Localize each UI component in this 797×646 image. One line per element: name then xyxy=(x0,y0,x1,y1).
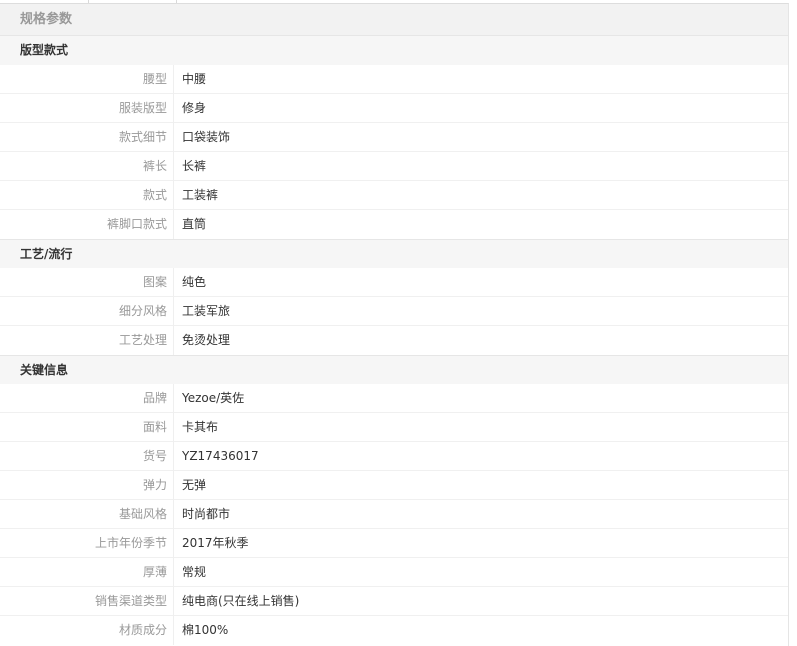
spec-panel: 规格参数 版型款式 腰型 中腰 服装版型 修身 款式细节 口袋装饰 裤长 长裤 … xyxy=(0,3,789,646)
column-divider xyxy=(173,181,174,210)
column-divider xyxy=(173,326,174,355)
column-divider xyxy=(173,65,174,94)
attr-value: Yezoe/英佐 xyxy=(182,391,245,405)
column-divider xyxy=(173,268,174,297)
attr-value: 纯电商(只在线上销售) xyxy=(182,594,300,608)
column-divider xyxy=(173,587,174,616)
column-divider xyxy=(173,384,174,413)
attr-row: 款式细节 口袋装饰 xyxy=(0,123,788,152)
attr-value: 中腰 xyxy=(182,72,207,86)
attr-value: 时尚都市 xyxy=(182,507,231,521)
attr-value: YZ17436017 xyxy=(182,449,259,463)
attr-row: 服装版型 修身 xyxy=(0,94,788,123)
attr-value: 工装军旅 xyxy=(182,304,231,318)
attr-row: 弹力 无弹 xyxy=(0,471,788,500)
attr-value: 常规 xyxy=(182,565,207,579)
attr-row: 裤长 长裤 xyxy=(0,152,788,181)
attr-label: 基础风格 xyxy=(118,507,167,521)
attr-label: 细分风格 xyxy=(118,304,167,318)
attr-value: 修身 xyxy=(182,101,207,115)
attr-label: 图案 xyxy=(142,275,167,289)
attr-label: 品牌 xyxy=(142,391,167,405)
attr-row: 图案 纯色 xyxy=(0,268,788,297)
attr-row: 材质成分 棉100% xyxy=(0,616,788,645)
attr-value: 免烫处理 xyxy=(182,333,231,347)
column-divider xyxy=(173,558,174,587)
group-title: 工艺/流行 xyxy=(0,239,788,268)
attr-row: 厚薄 常规 xyxy=(0,558,788,587)
column-divider xyxy=(173,152,174,181)
column-divider xyxy=(173,442,174,471)
column-divider xyxy=(173,123,174,152)
attr-label: 服装版型 xyxy=(118,101,167,115)
attr-row: 基础风格 时尚都市 xyxy=(0,500,788,529)
attr-value: 2017年秋季 xyxy=(182,536,249,550)
attr-label: 腰型 xyxy=(142,72,167,86)
group-title: 版型款式 xyxy=(0,36,788,65)
attr-row: 上市年份季节 2017年秋季 xyxy=(0,529,788,558)
attr-value: 棉100% xyxy=(182,623,229,637)
attr-label: 款式细节 xyxy=(118,130,167,144)
attr-row: 细分风格 工装军旅 xyxy=(0,297,788,326)
attr-value: 无弹 xyxy=(182,478,207,492)
attr-row: 裤脚口款式 直筒 xyxy=(0,210,788,239)
attr-label: 材质成分 xyxy=(118,623,167,637)
attr-row: 面料 卡其布 xyxy=(0,413,788,442)
attr-label: 厚薄 xyxy=(142,565,167,579)
attr-label: 货号 xyxy=(142,449,167,463)
attr-row: 货号 YZ17436017 xyxy=(0,442,788,471)
column-divider xyxy=(173,297,174,326)
panel-title: 规格参数 xyxy=(0,4,788,36)
column-divider xyxy=(173,413,174,442)
attr-row: 品牌 Yezoe/英佐 xyxy=(0,384,788,413)
attr-value: 卡其布 xyxy=(182,420,219,434)
attr-row: 工艺处理 免烫处理 xyxy=(0,326,788,355)
attr-value: 长裤 xyxy=(182,159,207,173)
column-divider xyxy=(173,471,174,500)
group-title: 关键信息 xyxy=(0,355,788,384)
attr-row: 款式 工装裤 xyxy=(0,181,788,210)
column-divider xyxy=(173,94,174,123)
attr-label: 款式 xyxy=(142,188,167,202)
attr-value: 口袋装饰 xyxy=(182,130,231,144)
attr-row: 销售渠道类型 纯电商(只在线上销售) xyxy=(0,587,788,616)
attr-row: 腰型 中腰 xyxy=(0,65,788,94)
attr-label: 上市年份季节 xyxy=(94,536,167,550)
column-divider xyxy=(173,616,174,645)
attr-label: 销售渠道类型 xyxy=(94,594,167,608)
attr-label: 弹力 xyxy=(142,478,167,492)
column-divider xyxy=(173,500,174,529)
attr-label: 面料 xyxy=(142,420,167,434)
attr-label: 裤脚口款式 xyxy=(106,217,167,231)
attr-value: 纯色 xyxy=(182,275,207,289)
attr-label: 裤长 xyxy=(142,159,167,173)
attr-value: 工装裤 xyxy=(182,188,219,202)
attr-label: 工艺处理 xyxy=(118,333,167,347)
column-divider xyxy=(173,529,174,558)
column-divider xyxy=(173,210,174,239)
attr-value: 直筒 xyxy=(182,217,207,231)
